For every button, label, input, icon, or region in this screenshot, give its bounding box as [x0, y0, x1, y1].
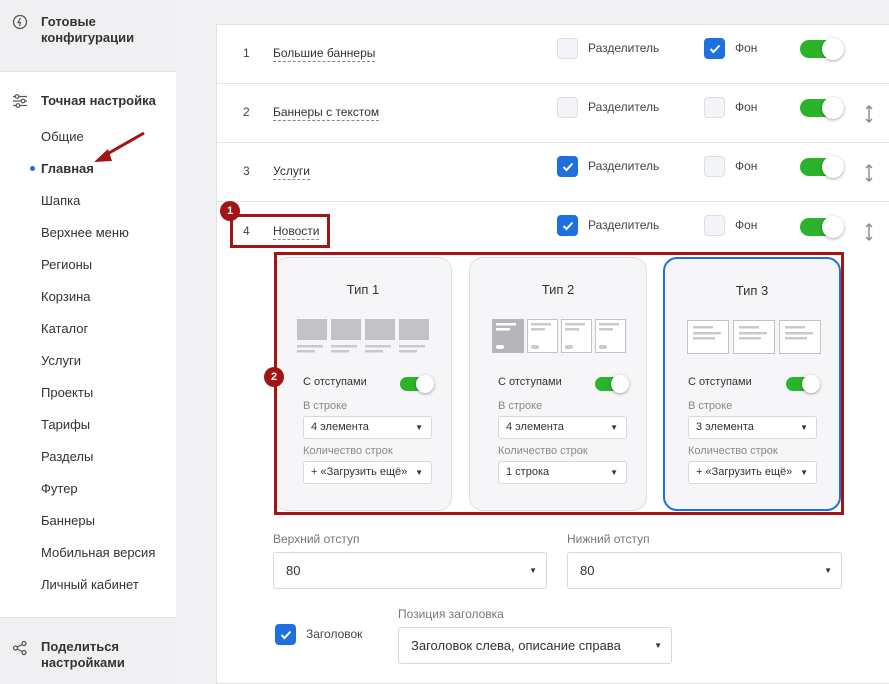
row-enable-toggle[interactable]: [800, 156, 844, 178]
share-icon: [12, 640, 28, 656]
sidebar-item-footer[interactable]: Футер: [41, 481, 78, 496]
row-divider: [217, 83, 889, 84]
sidebar-item-sections[interactable]: Разделы: [41, 449, 93, 464]
divider-checkbox[interactable]: [557, 156, 578, 177]
drag-handle-icon[interactable]: [864, 105, 874, 123]
bottom-padding-label: Нижний отступ: [567, 532, 650, 546]
heading-position-value: Заголовок слева, описание справа: [411, 638, 621, 653]
bg-label: Фон: [735, 41, 758, 55]
row-label-big-banners[interactable]: Большие баннеры: [273, 46, 376, 62]
divider-checkbox[interactable]: [557, 215, 578, 236]
divider-checkbox[interactable]: [557, 97, 578, 118]
bottom-padding-select[interactable]: 80 ▼: [567, 552, 842, 589]
divider-label: Разделитель: [588, 159, 660, 173]
row-number: 3: [243, 164, 250, 178]
ready-configs-heading: Готовые конфигурации: [41, 14, 135, 45]
sidebar-item-cart[interactable]: Корзина: [41, 289, 91, 304]
share-settings-block[interactable]: Поделиться настройками: [0, 617, 176, 684]
top-padding-value: 80: [286, 563, 301, 578]
row-enable-toggle[interactable]: [800, 216, 844, 238]
row-divider: [217, 201, 889, 202]
sidebar-item-account[interactable]: Личный кабинет: [41, 577, 139, 592]
row-number: 4: [243, 224, 250, 238]
sidebar-item-header[interactable]: Шапка: [41, 193, 80, 208]
divider-label: Разделитель: [588, 218, 660, 232]
sidebar-item-services[interactable]: Услуги: [41, 353, 81, 368]
row-number: 2: [243, 105, 250, 119]
sidebar-item-main[interactable]: Главная: [41, 161, 94, 176]
sidebar-item-banners[interactable]: Баннеры: [41, 513, 95, 528]
share-settings-heading: Поделиться настройками: [41, 639, 125, 670]
annotation-box-types: [274, 252, 844, 515]
annotation-arrow: [94, 131, 145, 162]
caret-down-icon: ▼: [529, 566, 537, 575]
caret-down-icon: ▼: [824, 566, 832, 575]
sidebar-item-tariffs[interactable]: Тарифы: [41, 417, 90, 432]
row-label-text-banners[interactable]: Баннеры с текстом: [273, 105, 380, 121]
top-padding-label: Верхний отступ: [273, 532, 360, 546]
heading-checkbox-label: Заголовок: [306, 627, 363, 641]
divider-checkbox[interactable]: [557, 38, 578, 59]
annotation-marker-1: 1: [220, 201, 240, 221]
drag-handle-icon[interactable]: [864, 164, 874, 182]
sidebar-item-catalog[interactable]: Каталог: [41, 321, 88, 336]
row-enable-toggle[interactable]: [800, 97, 844, 119]
sidebar-item-mobile[interactable]: Мобильная версия: [41, 545, 155, 560]
bottom-padding-value: 80: [580, 563, 595, 578]
heading-position-select[interactable]: Заголовок слева, описание справа ▼: [398, 627, 672, 664]
sidebar-item-top-menu[interactable]: Верхнее меню: [41, 225, 129, 240]
drag-handle-icon[interactable]: [864, 223, 874, 241]
configs-icon: [12, 14, 28, 30]
heading-position-label: Позиция заголовка: [398, 607, 504, 621]
heading-checkbox[interactable]: [275, 624, 296, 645]
sidebar-item-general[interactable]: Общие: [41, 129, 84, 144]
row-label-services[interactable]: Услуги: [273, 164, 310, 180]
row-label-news[interactable]: Новости: [273, 224, 320, 240]
bg-checkbox[interactable]: [704, 156, 725, 177]
row-enable-toggle[interactable]: [800, 38, 844, 60]
fine-tuning-heading: Точная настройка: [41, 93, 156, 108]
top-padding-select[interactable]: 80 ▼: [273, 552, 547, 589]
row-number: 1: [243, 46, 250, 60]
caret-down-icon: ▼: [654, 641, 662, 650]
bg-label: Фон: [735, 159, 758, 173]
ready-configs-block[interactable]: Готовые конфигурации: [0, 0, 176, 72]
row-divider: [217, 142, 889, 143]
sidebar-item-regions[interactable]: Регионы: [41, 257, 92, 272]
annotation-marker-2: 2: [264, 367, 284, 387]
sidebar-item-projects[interactable]: Проекты: [41, 385, 93, 400]
bg-label: Фон: [735, 218, 758, 232]
bg-checkbox[interactable]: [704, 215, 725, 236]
active-dot: [30, 166, 35, 171]
bg-checkbox[interactable]: [704, 97, 725, 118]
bg-label: Фон: [735, 100, 758, 114]
divider-label: Разделитель: [588, 41, 660, 55]
divider-label: Разделитель: [588, 100, 660, 114]
bg-checkbox[interactable]: [704, 38, 725, 59]
sliders-icon: [12, 93, 28, 109]
sidebar: Готовые конфигурации Точная настройка Об…: [0, 0, 176, 684]
